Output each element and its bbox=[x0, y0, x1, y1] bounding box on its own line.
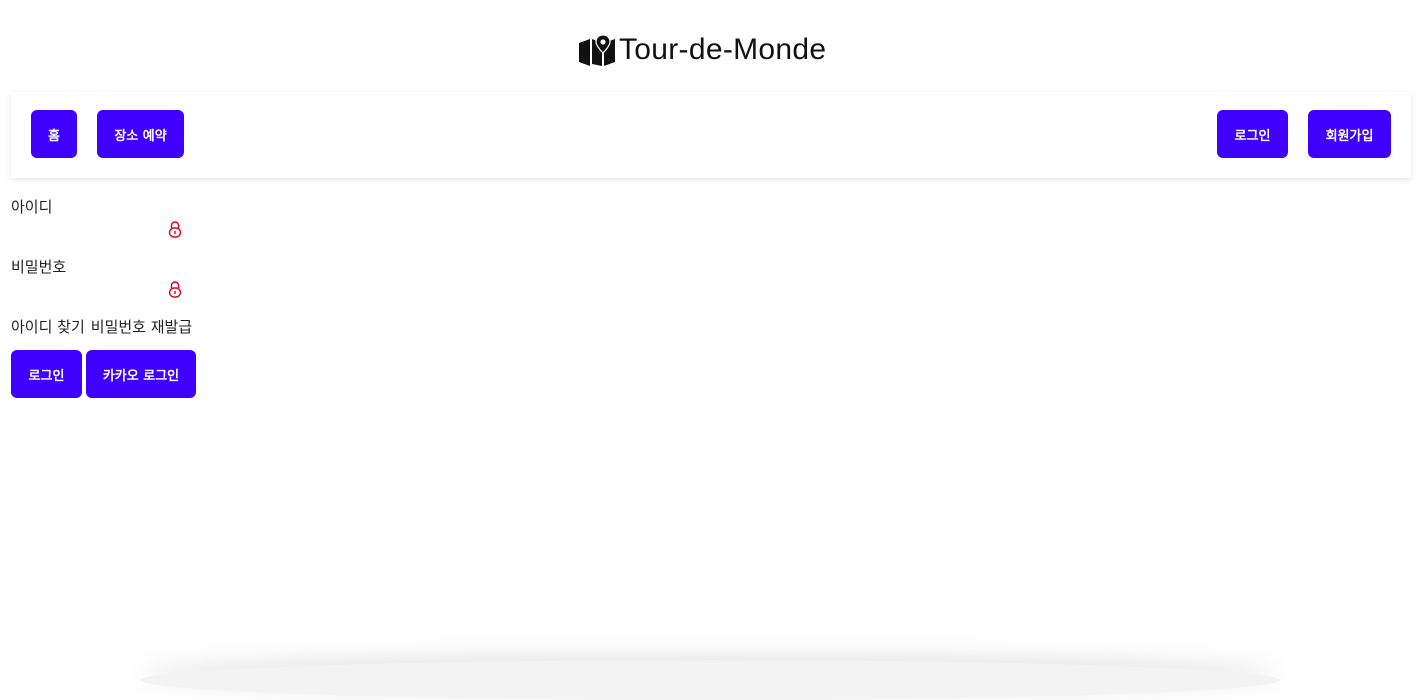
nav-home-button[interactable]: 홈 bbox=[31, 110, 77, 158]
nav-reserve-button[interactable]: 장소 예약 bbox=[97, 110, 184, 158]
lock-icon bbox=[168, 281, 182, 298]
find-id-link[interactable]: 아이디 찾기 bbox=[11, 316, 85, 337]
kakao-login-button[interactable]: 카카오 로그인 bbox=[86, 350, 196, 398]
reset-password-link[interactable]: 비밀번호 재발급 bbox=[91, 316, 192, 337]
id-label: 아이디 bbox=[11, 198, 53, 216]
password-label: 비밀번호 bbox=[11, 258, 67, 276]
site-logo[interactable]: Tour-de-Monde bbox=[579, 30, 826, 70]
login-button[interactable]: 로그인 bbox=[11, 350, 82, 398]
site-title: Tour-de-Monde bbox=[619, 33, 827, 66]
site-header: Tour-de-Monde bbox=[0, 0, 1418, 92]
map-pin-icon bbox=[579, 34, 615, 66]
lock-icon bbox=[168, 221, 182, 238]
nav-login-button[interactable]: 로그인 bbox=[1217, 110, 1288, 158]
nav-signup-button[interactable]: 회원가입 bbox=[1308, 110, 1391, 158]
top-navbar: 홈 장소 예약 로그인 회원가입 bbox=[11, 92, 1411, 178]
account-help-links: 아이디 찾기 비밀번호 재발급 bbox=[11, 316, 192, 337]
bottom-panel-shadow bbox=[140, 660, 1280, 700]
